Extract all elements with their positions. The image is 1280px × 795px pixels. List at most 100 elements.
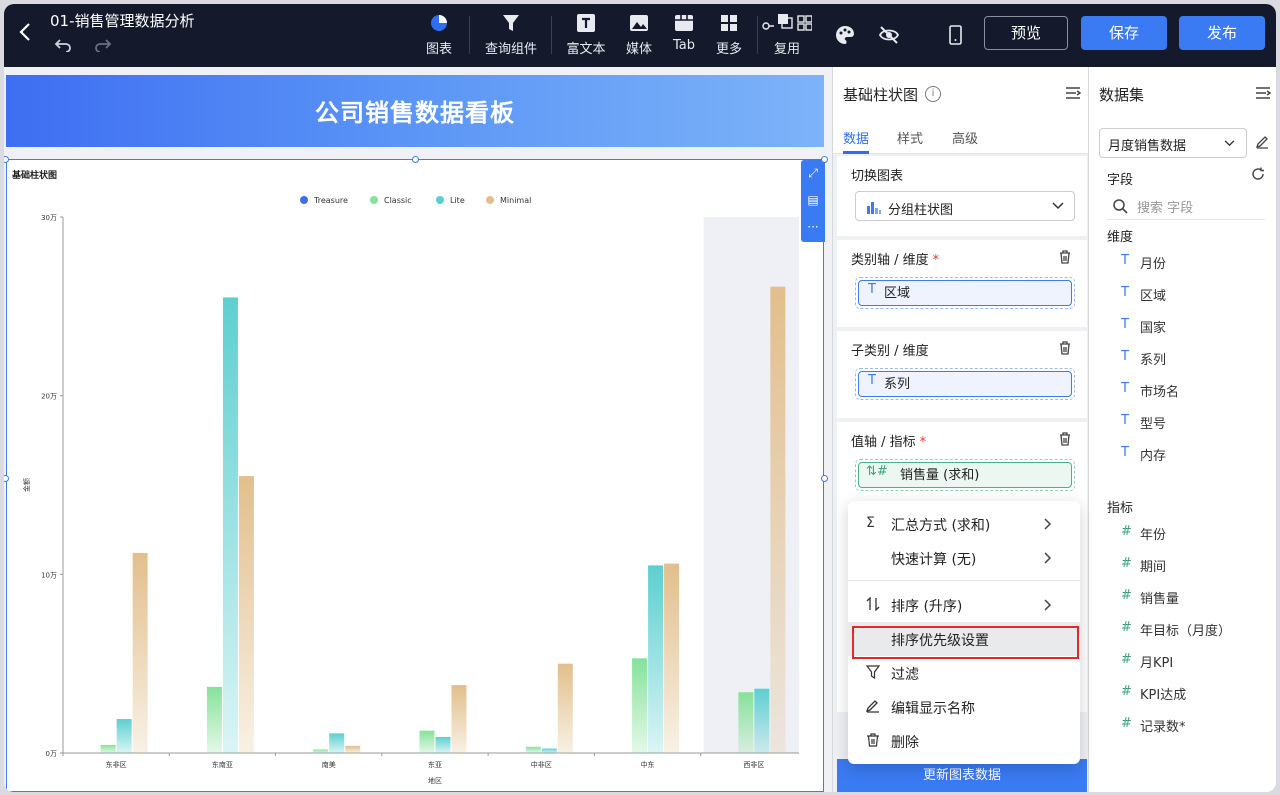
chevron-right-icon: [1044, 552, 1052, 564]
grid-icon: [721, 15, 737, 31]
switch-chart-section: 切换图表 分组柱状图: [837, 156, 1087, 236]
resize-handle[interactable]: [821, 475, 828, 482]
bar-minimal: [345, 745, 361, 753]
bar-lite: [116, 719, 132, 753]
info-icon[interactable]: i: [925, 86, 941, 102]
resize-handle[interactable]: [821, 156, 828, 163]
data-view-icon[interactable]: ▤: [801, 187, 825, 214]
menu-item-aggregation[interactable]: Σ 汇总方式 (求和): [848, 507, 1080, 541]
collapse-menu-icon[interactable]: [1255, 87, 1271, 99]
x-tick-label: 西非区: [743, 760, 764, 769]
hide-eye-icon[interactable]: [878, 24, 900, 46]
preview-button[interactable]: 预览: [984, 16, 1068, 50]
edit-icon[interactable]: [1255, 135, 1269, 149]
pie-chart-icon: [431, 15, 447, 31]
field-name: 记录数*: [1140, 720, 1186, 735]
config-header: 基础柱状图 i: [833, 67, 1089, 114]
trash-icon[interactable]: [1059, 250, 1071, 264]
theme-palette-icon[interactable]: [834, 24, 856, 46]
dataset-select[interactable]: 月度销售数据: [1099, 128, 1247, 158]
tool-reuse[interactable]: 复用: [762, 12, 812, 58]
refresh-icon[interactable]: [1251, 167, 1265, 181]
bar-minimal: [770, 286, 786, 753]
tool-chart[interactable]: 图表: [424, 12, 454, 58]
bar-minimal: [664, 563, 680, 753]
tool-media[interactable]: 媒体: [624, 12, 654, 58]
subcategory-field[interactable]: T 系列: [855, 368, 1075, 400]
number-type-icon: #: [1121, 652, 1132, 667]
x-tick-label: 东非区: [106, 760, 127, 769]
x-tick-label: 中非区: [531, 760, 552, 769]
value-axis-field[interactable]: ⇅# 销售量 (求和): [855, 459, 1075, 491]
legend-marker: [300, 196, 308, 204]
bar-lite: [222, 297, 238, 753]
config-title: 基础柱状图: [843, 86, 919, 104]
save-button[interactable]: 保存: [1081, 16, 1167, 50]
subcategory-section: 子类别 / 维度 T 系列: [837, 331, 1087, 418]
menu-item-sort[interactable]: 排序 (升序): [848, 588, 1080, 622]
legend-marker: [370, 196, 378, 204]
undo-icon[interactable]: [54, 38, 72, 52]
text-type-icon: T: [1121, 445, 1129, 460]
chart-widget[interactable]: 基础柱状图 0万 10万 20万 30万 金额 地区 东非区 东南亚 南美 东亚 中非区 中东 西非区 T…: [6, 159, 825, 792]
chart-side-toolbar: ⤢ ▤ ···: [801, 160, 825, 242]
field-search[interactable]: 搜索 字段: [1107, 194, 1265, 220]
subcategory-label: 子类别 / 维度: [851, 344, 929, 359]
legend-marker: [436, 196, 444, 204]
dataset-panel: 数据集 月度销售数据 字段 搜索 字段 维度 T 月份 T 区域 T 国家 T 系列 T 市场名 T…: [1088, 67, 1276, 792]
tool-more[interactable]: 更多: [714, 12, 744, 58]
field-name: 内存: [1140, 449, 1167, 464]
dashboard-banner[interactable]: 公司销售数据看板: [6, 75, 824, 147]
field-name: 销售量: [1140, 592, 1180, 607]
more-icon[interactable]: ···: [801, 214, 825, 241]
menu-item-quick-calc[interactable]: 快速计算 (无): [848, 541, 1080, 575]
back-icon[interactable]: [16, 22, 34, 42]
tool-richtext[interactable]: 富文本: [564, 12, 608, 58]
y-tick-label: 20万: [41, 393, 57, 401]
switch-chart-label: 切换图表: [851, 169, 904, 184]
text-type-icon: T: [1121, 349, 1129, 364]
text-type-icon: T: [1121, 381, 1129, 396]
active-tab-indicator: [843, 151, 869, 154]
legend-label: Minimal: [500, 196, 531, 205]
publish-button[interactable]: 发布: [1179, 16, 1265, 50]
bar-lite: [648, 565, 664, 753]
bar-classic: [419, 730, 435, 753]
tool-tab[interactable]: Tab: [669, 12, 699, 58]
trash-icon[interactable]: [1059, 432, 1071, 446]
field-name: 市场名: [1140, 385, 1180, 400]
x-tick-label: 东亚: [428, 760, 442, 769]
redo-icon[interactable]: [94, 38, 112, 52]
bar-chart-icon: [867, 202, 881, 214]
mobile-device-icon[interactable]: [944, 24, 966, 46]
expand-icon[interactable]: ⤢: [801, 160, 825, 187]
toolbar-divider: [551, 16, 552, 54]
resize-handle[interactable]: [412, 156, 419, 163]
text-type-icon: T: [1121, 413, 1129, 428]
text-type-icon: T: [1121, 253, 1129, 268]
chart-type-select[interactable]: 分组柱状图: [855, 191, 1075, 221]
chevron-down-icon: [1224, 140, 1235, 147]
collapse-menu-icon[interactable]: [1065, 87, 1081, 99]
field-name: 国家: [1140, 321, 1167, 336]
tool-query[interactable]: 查询组件: [482, 12, 540, 58]
menu-item-filter[interactable]: 过滤: [848, 656, 1080, 690]
menu-item-rename[interactable]: 编辑显示名称: [848, 690, 1080, 724]
menu-divider: [848, 580, 1080, 581]
bar-classic: [206, 686, 222, 753]
y-tick-label: 0万: [46, 750, 57, 758]
x-axis-title: 地区: [428, 776, 442, 785]
tab-style[interactable]: 样式: [897, 128, 923, 147]
tab-advanced[interactable]: 高级: [952, 128, 978, 147]
edit-icon: [866, 700, 879, 713]
menu-item-delete[interactable]: 删除: [848, 724, 1080, 758]
number-type-icon: #: [1121, 588, 1132, 603]
legend-label: Classic: [384, 196, 412, 205]
search-icon: [1113, 199, 1128, 214]
trash-icon[interactable]: [1059, 341, 1071, 355]
highlight-box: [852, 626, 1079, 659]
tab-data[interactable]: 数据: [843, 128, 869, 147]
y-tick-label: 30万: [41, 214, 57, 222]
bar-minimal: [451, 685, 467, 753]
category-axis-field[interactable]: T 区域: [855, 277, 1075, 309]
